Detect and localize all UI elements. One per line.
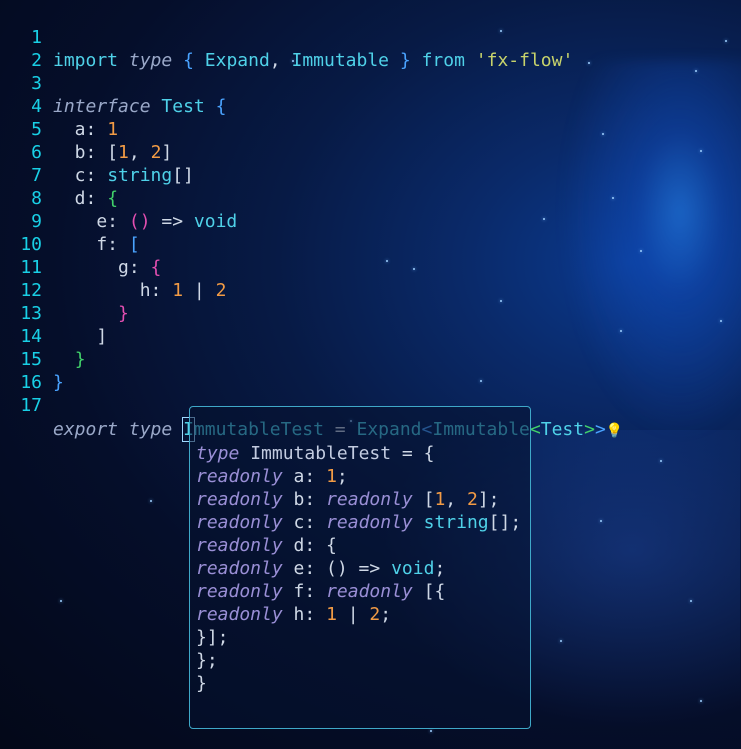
star [700,700,702,702]
code-line[interactable]: 9 f: [ [0,187,741,255]
lightbulb-icon[interactable]: 💡 [606,423,623,439]
code-line[interactable]: 15 } [0,325,741,393]
code-line[interactable]: 7 d: { [0,141,741,209]
hover-line: readonly b: readonly [1, 2]; [196,489,500,510]
hover-line: readonly d: { [196,535,337,556]
code-line[interactable]: 13 ] [0,279,741,347]
code-line[interactable]: 6 c: string[] [0,118,741,186]
code-line[interactable]: 16 [0,348,741,393]
line-number: 17 [20,395,42,416]
hover-tooltip: type ImmutableTest = { readonly a: 1; re… [189,406,531,729]
hover-line: readonly c: readonly string[]; [196,512,522,533]
star [560,640,562,642]
hover-line: } [196,673,207,694]
star [60,600,62,602]
hover-line: readonly e: () => void; [196,558,446,579]
hover-line: readonly f: readonly [{ [196,581,446,602]
code-line[interactable]: 10 g: { [0,210,741,278]
code-line[interactable]: 2 [0,26,741,71]
star [690,600,692,602]
star [660,460,662,462]
code-line[interactable]: 3 interface Test { [0,49,741,117]
hover-line: }; [196,650,218,671]
hover-line: type ImmutableTest = { [196,443,435,464]
code-line[interactable]: 11 h: 1 | 2 [0,233,741,301]
hover-line: readonly a: 1; [196,466,348,487]
code-editor[interactable]: 1 import type { Expand, Immutable } from… [0,3,741,442]
code-line[interactable]: 17 export type ImmutableTest = Expand<Im… [0,371,741,442]
hover-line: readonly h: 1 | 2; [196,604,392,625]
star [430,730,432,732]
star [600,520,602,522]
code-line[interactable]: 5 b: [1, 2] [0,95,741,163]
code-line[interactable]: 8 e: () => void [0,164,741,232]
code-line[interactable]: 4 a: 1 [0,72,741,140]
code-line[interactable]: 14 } [0,302,741,370]
hover-line: }]; [196,627,229,648]
star [150,500,152,502]
code-line[interactable]: 12 } [0,256,741,324]
code-line[interactable]: 1 import type { Expand, Immutable } from… [0,3,741,71]
